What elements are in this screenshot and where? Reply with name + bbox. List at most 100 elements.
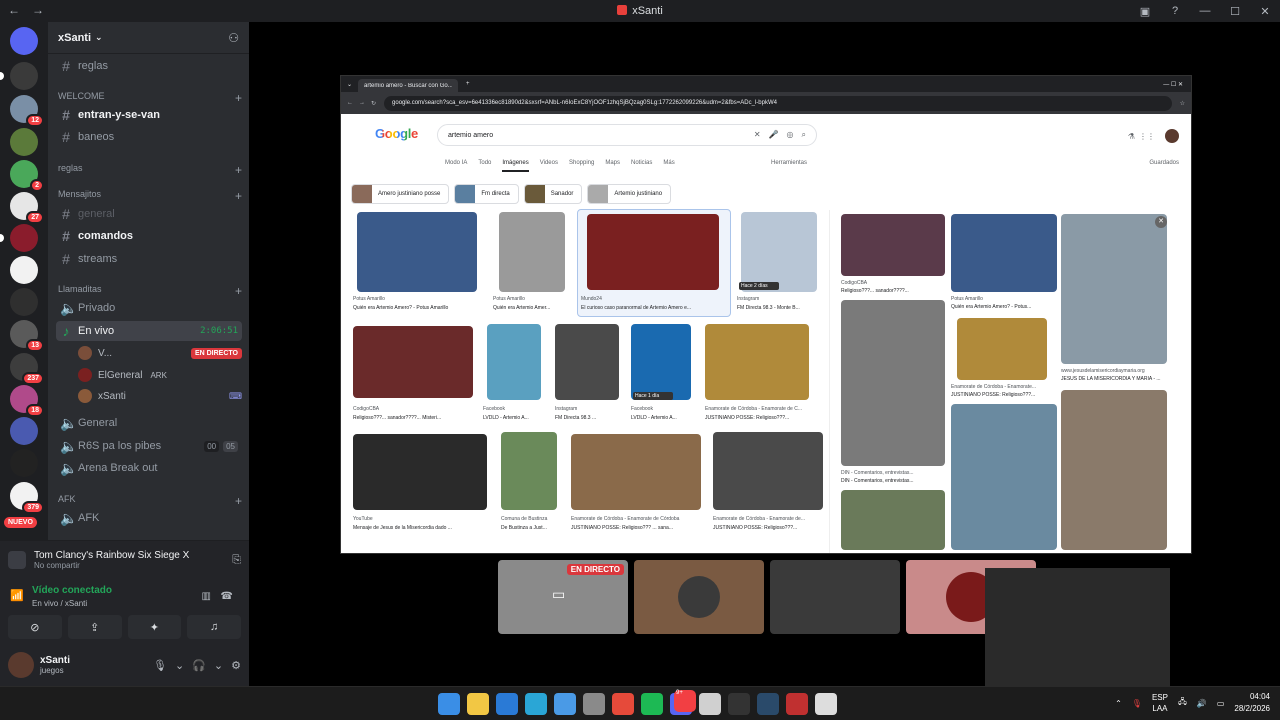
plus-icon[interactable]: +: [235, 494, 242, 508]
preview-image[interactable]: [841, 300, 945, 466]
clear-icon[interactable]: ✕: [754, 130, 761, 140]
edge-icon[interactable]: [525, 693, 547, 715]
reload-icon[interactable]: ↻: [371, 100, 376, 107]
result-title[interactable]: JUSTINIANO POSSE: Religioso???...: [705, 415, 821, 421]
spotify-icon[interactable]: [641, 693, 663, 715]
chrome-icon[interactable]: [612, 693, 634, 715]
close-icon[interactable]: ✕: [1155, 216, 1167, 228]
preview-image[interactable]: [951, 214, 1057, 292]
category-reglas[interactable]: reglas +: [58, 163, 242, 177]
result-image[interactable]: [631, 324, 691, 400]
app-icon[interactable]: [496, 693, 518, 715]
help-icon[interactable]: ?: [1160, 5, 1190, 17]
microphone-icon[interactable]: 🎙: [1132, 699, 1142, 708]
preview-image[interactable]: [841, 214, 945, 276]
screen-share-button[interactable]: ⇪: [67, 615, 122, 639]
tab-imagenes[interactable]: Imágenes: [502, 160, 529, 172]
preview-image[interactable]: [951, 404, 1057, 550]
account-avatar[interactable]: [1165, 129, 1179, 143]
chip[interactable]: Fm directa: [454, 184, 519, 204]
result-title[interactable]: JUSTINIANO POSSE: Religioso??? ... sana.…: [571, 525, 701, 531]
voice-user[interactable]: V... EN DIRECTO: [78, 343, 242, 363]
category-llamaditas[interactable]: Llamaditas +: [58, 284, 242, 298]
language-indicator[interactable]: ESP LAA: [1152, 692, 1168, 714]
saved-button[interactable]: Guardados: [1149, 160, 1179, 166]
plus-icon[interactable]: +: [235, 163, 242, 177]
category-afk[interactable]: AFK +: [58, 494, 242, 508]
voice-channel-path[interactable]: En vivo / xSanti: [32, 599, 87, 608]
clock[interactable]: 04:04 28/2/2026: [1234, 691, 1270, 715]
chip[interactable]: Artemio justiniano: [587, 184, 672, 204]
result-title[interactable]: JUSTINIANO POSSE: Religioso???...: [713, 525, 825, 531]
tab-videos[interactable]: Videos: [540, 160, 558, 172]
result-image[interactable]: [501, 432, 557, 510]
browser-tab[interactable]: artemio amero - Buscar con Go...: [358, 79, 459, 92]
result-title[interactable]: DIN - Comentarios, entrevistas...: [841, 478, 945, 484]
result-title[interactable]: Religioso???... sanador????... Misteri..…: [353, 415, 473, 421]
result-title[interactable]: Religioso???... sanador????...: [841, 288, 945, 294]
server-icon[interactable]: [10, 256, 38, 284]
result-title[interactable]: Quién era Artemio Amer...: [493, 305, 573, 311]
plus-icon[interactable]: +: [235, 189, 242, 203]
apps-grid-icon[interactable]: ⋮⋮: [1139, 132, 1155, 141]
server-icon[interactable]: 27: [10, 192, 44, 224]
voice-status-text[interactable]: Vídeo conectado: [32, 585, 112, 596]
close-icon[interactable]: ✕: [1250, 5, 1280, 18]
start-icon[interactable]: [438, 693, 460, 715]
server-icon[interactable]: 2: [10, 160, 44, 192]
result-title[interactable]: El curioso caso paranormal de Artemio Am…: [581, 305, 727, 311]
result-image[interactable]: [353, 434, 487, 510]
result-image[interactable]: [713, 432, 823, 510]
calculator-icon[interactable]: [583, 693, 605, 715]
plus-icon[interactable]: +: [235, 284, 242, 298]
channel-entran[interactable]: # entran-y-se-van: [56, 105, 242, 125]
channel-en-vivo[interactable]: ♪ En vivo 2:06:51: [56, 321, 242, 341]
lens-icon[interactable]: ◎: [787, 130, 794, 140]
forward-icon[interactable]: →: [359, 100, 365, 106]
tab-mas[interactable]: Más: [663, 160, 674, 172]
discord-icon[interactable]: 9+: [670, 690, 696, 715]
channel-reglas[interactable]: # reglas: [56, 56, 242, 76]
category-mensajitos[interactable]: Mensajitos +: [58, 189, 242, 203]
category-welcome[interactable]: WELCOME +: [58, 91, 242, 105]
channel-streams[interactable]: # streams: [56, 249, 242, 269]
settings-gear-icon[interactable]: ⚙: [231, 659, 241, 672]
chevron-up-icon[interactable]: ⌃: [1115, 699, 1122, 708]
server-icon[interactable]: 13: [10, 320, 44, 352]
channel-comandos[interactable]: # comandos: [56, 226, 242, 246]
battery-icon[interactable]: ▭: [1217, 699, 1225, 708]
stream-tile[interactable]: EN DIRECTO ▭: [498, 560, 628, 634]
google-logo[interactable]: Google: [375, 126, 418, 141]
channel-afk[interactable]: 🔈 AFK: [56, 508, 242, 528]
result-title[interactable]: Mensaje de Jesus de la Misericordia dado…: [353, 525, 487, 531]
app-icon[interactable]: [815, 693, 837, 715]
channel-general-text[interactable]: # general: [56, 204, 242, 224]
preview-image[interactable]: [841, 490, 945, 550]
channel-baneos[interactable]: # baneos: [56, 127, 242, 147]
server-icon[interactable]: [10, 417, 38, 445]
result-image[interactable]: [555, 324, 619, 400]
disconnect-icon[interactable]: ☎: [221, 591, 233, 602]
channel-r6s[interactable]: 🔈 R6S pa los pibes 00 05: [56, 436, 242, 456]
tab-todo[interactable]: Todo: [478, 160, 491, 172]
soundboard-button[interactable]: ♫: [187, 615, 241, 639]
camera-off-button[interactable]: ⊘: [8, 615, 62, 639]
result-title[interactable]: FM Directa 98.3 ...: [555, 415, 619, 421]
result-image[interactable]: [705, 324, 809, 400]
search-icon[interactable]: ⌕: [802, 130, 806, 140]
labs-icon[interactable]: ⚗: [1128, 132, 1135, 141]
tab-maps[interactable]: Maps: [605, 160, 620, 172]
result-title[interactable]: LVDLD - Artemio A...: [483, 415, 547, 421]
discord-home-icon[interactable]: [10, 27, 38, 55]
result-title[interactable]: Quién era Artemio Amero? - Potus Amarill…: [353, 305, 483, 311]
new-tab-icon[interactable]: +: [466, 81, 470, 87]
camera-tile[interactable]: [770, 560, 900, 634]
microphone-icon[interactable]: 🎙: [153, 659, 167, 672]
tab-noticias[interactable]: Noticias: [631, 160, 652, 172]
server-icon[interactable]: 379: [10, 482, 44, 514]
result-title[interactable]: LVDLD - Artemio A...: [631, 415, 695, 421]
maximize-icon[interactable]: ☐: [1220, 5, 1250, 18]
server-icon[interactable]: 237: [10, 353, 44, 385]
app-icon[interactable]: [786, 693, 808, 715]
plus-icon[interactable]: +: [235, 91, 242, 105]
